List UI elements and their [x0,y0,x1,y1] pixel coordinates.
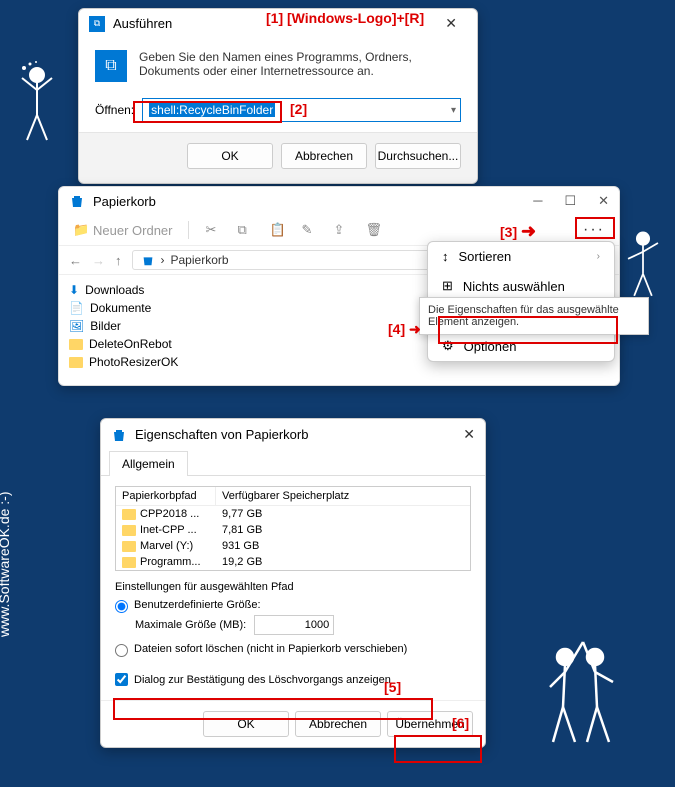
more-button[interactable]: ··· [583,221,605,239]
open-label: Öffnen: [95,103,134,117]
run-dialog: Ausführen ✕ Geben Sie den Namen eines Pr… [78,8,478,184]
run-description: Geben Sie den Namen eines Programms, Ord… [139,50,461,82]
rename-icon[interactable]: ✎ [301,222,317,238]
drive-row[interactable]: Marvel (Y:)931 GB [116,538,470,554]
browse-button[interactable]: Durchsuchen... [375,143,461,169]
drive-row[interactable]: CPP2018 ...9,77 GB [116,506,470,522]
minimize-button[interactable]: ─ [533,193,542,209]
properties-title: Eigenschaften von Papierkorb [135,427,308,442]
radio-custom-size[interactable] [115,600,128,613]
confirm-label: Dialog zur Bestätigung des Löschvorgangs… [134,674,391,686]
open-combobox[interactable]: shell:RecycleBinFolder ▾ [142,98,461,122]
cancel-button[interactable]: Abbrechen [295,711,381,737]
properties-dialog: Eigenschaften von Papierkorb ✕ Allgemein… [100,418,486,748]
drive-list[interactable]: PapierkorbpfadVerfügbarer Speicherplatz … [115,486,471,571]
stick-figure-3 [535,627,625,757]
chevron-down-icon[interactable]: ▾ [451,105,456,116]
side-url: www.SoftwareOK.de :-) [0,492,12,638]
max-size-input[interactable] [254,615,334,635]
cut-icon[interactable]: ✂ [205,222,221,238]
nav-back-icon[interactable]: ← [69,253,82,268]
explorer-sidebar: ⬇Downloads 📄Dokumente 🖼Bilder DeleteOnRe… [59,275,199,395]
radio-custom-label: Benutzerdefinierte Größe: [134,599,261,611]
share-icon[interactable]: ⇪ [333,222,349,238]
sidebar-item-photoresizerok[interactable]: PhotoResizerOK [69,353,189,371]
stick-figure-1 [12,60,62,150]
run-title: Ausführen [113,16,172,31]
max-size-label: Maximale Größe (MB): [135,619,246,631]
close-button[interactable]: ✕ [598,193,609,209]
radio-delete-immediately[interactable] [115,644,128,657]
sidebar-item-documents[interactable]: 📄Dokumente [69,299,189,317]
radio-delete-label: Dateien sofort löschen (nicht in Papierk… [134,643,407,655]
tooltip: Die Eigenschaften für das ausgewählte El… [419,297,649,335]
cancel-button[interactable]: Abbrechen [281,143,367,169]
sidebar-item-deleteonreboot[interactable]: DeleteOnRebot [69,335,189,353]
copy-icon[interactable]: ⧉ [237,222,253,238]
recycle-bin-icon [69,193,85,209]
explorer-window: Papierkorb ─ ☐ ✕ 📁Neuer Ordner ✂ ⧉ 📋 ✎ ⇪… [58,186,620,386]
paste-icon[interactable]: 📋 [269,222,285,238]
nav-forward-icon[interactable]: → [92,253,105,268]
run-icon [89,16,105,32]
drive-row[interactable]: Inet-CPP ...7,81 GB [116,522,470,538]
explorer-title: Papierkorb [93,194,156,209]
stick-figure-2 [621,220,665,310]
menu-options[interactable]: ⚙Optionen [428,331,614,361]
open-value: shell:RecycleBinFolder [149,103,275,117]
tab-general[interactable]: Allgemein [109,451,188,476]
sidebar-item-downloads[interactable]: ⬇Downloads [69,281,189,299]
sidebar-item-pictures[interactable]: 🖼Bilder [69,317,189,335]
confirm-checkbox[interactable] [115,673,128,686]
maximize-button[interactable]: ☐ [564,193,576,209]
nav-up-icon[interactable]: ↑ [115,253,122,268]
close-button[interactable]: ✕ [435,15,467,32]
drive-row[interactable]: Programm...19,2 GB [116,554,470,570]
run-big-icon [95,50,127,82]
settings-label: Einstellungen für ausgewählten Pfad [115,581,471,593]
close-button[interactable]: ✕ [463,426,475,443]
recycle-bin-icon [111,427,127,443]
apply-button[interactable]: Übernehmen [387,711,473,737]
new-folder-button[interactable]: 📁Neuer Ordner [73,222,172,238]
ok-button[interactable]: OK [203,711,289,737]
menu-sort[interactable]: ↕Sortieren› [428,242,614,271]
delete-icon[interactable]: 🗑 [365,222,381,238]
ok-button[interactable]: OK [187,143,273,169]
